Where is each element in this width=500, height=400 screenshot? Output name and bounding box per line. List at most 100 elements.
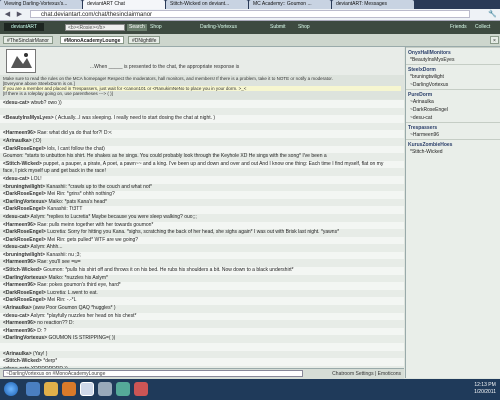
- chat-nick[interactable]: <DarkRoseEngel>: [3, 191, 46, 197]
- back-icon[interactable]: ◀: [3, 10, 12, 19]
- chat-text: (Yay! ): [31, 350, 48, 357]
- member-item[interactable]: ~DarkRoseEngel: [406, 106, 500, 114]
- chat-nick[interactable]: <Arinaulka>: [3, 138, 32, 144]
- clock[interactable]: 12:13 PM 1/20/2011: [474, 382, 496, 396]
- chrome-icon[interactable]: [80, 382, 94, 396]
- banner-avatar: [6, 49, 36, 73]
- chat-nick[interactable]: <desu-cat>: [3, 176, 29, 182]
- chat-nick[interactable]: <Harmeen96>: [3, 130, 36, 136]
- member-item[interactable]: ~DarlingVortexus: [406, 81, 500, 89]
- chat-log[interactable]: <desu-cat> wbwb? owo )) <BeautyInsMysLyes…: [0, 100, 404, 368]
- taskbar: 12:13 PM 1/20/2011: [0, 379, 500, 400]
- close-room-icon[interactable]: ×: [490, 36, 499, 44]
- chat-input[interactable]: ~DarlingVortexus on #MonoAcademyLounge: [3, 370, 303, 377]
- chat-nick[interactable]: <bruningtwilight>: [3, 184, 45, 190]
- chat-nick[interactable]: <Harmeen96>: [3, 320, 36, 326]
- chat-nick[interactable]: <Stitch-Wicked>: [3, 267, 42, 273]
- chat-nick[interactable]: <Stitch-Wicked>: [3, 161, 42, 167]
- chat-nick[interactable]: <Harmeen96>: [3, 282, 36, 288]
- da-header: deviantART <b><Rosie></b> Search Shop Da…: [0, 21, 500, 34]
- chat-text: (:D): [31, 137, 42, 144]
- member-item[interactable]: ~desu-cat: [406, 114, 500, 122]
- chat-text: Aslym: Ahhh...: [29, 244, 63, 251]
- chat-text: (aww Poor Goumon QAQ *huggles* ): [31, 305, 116, 312]
- chat-line: <bruningtwilight> Kanashii: *crawls up t…: [0, 183, 404, 192]
- member-item[interactable]: *Stitch-Wicked: [406, 148, 500, 156]
- url-field[interactable]: chat.deviantart.com/chat/thesinclairmano…: [30, 10, 470, 18]
- chatroom-settings-link[interactable]: Chatroom Settings | Emoticons: [332, 370, 401, 378]
- folder-icon[interactable]: [44, 382, 58, 396]
- program-icon[interactable]: [134, 382, 148, 396]
- start-button-icon[interactable]: [4, 382, 18, 396]
- chat-nick[interactable]: <DarlingVortexus>: [3, 335, 47, 341]
- chat-nick[interactable]: <desu-cat>: [3, 313, 29, 319]
- browser-tab[interactable]: deviantART: Messages: [332, 0, 414, 9]
- search-button[interactable]: Search: [127, 24, 147, 31]
- wrench-icon[interactable]: 🔧: [488, 10, 497, 18]
- member-item[interactable]: ~Arinaulka: [406, 98, 500, 106]
- chat-text: Kanashii: Tt3TT: [45, 206, 83, 213]
- deviantart-logo[interactable]: deviantART: [4, 23, 44, 31]
- header-link-friends[interactable]: Friends: [450, 24, 467, 31]
- chat-text: *derp*: [41, 358, 58, 365]
- chat-nick[interactable]: <DarkRoseEngel>: [3, 146, 46, 152]
- chat-line: <BeautyInsMysLyes> ( Actually...I was sl…: [0, 115, 404, 123]
- program-icon[interactable]: [116, 382, 130, 396]
- room-tab-dnightlife[interactable]: #DNightlife: [128, 36, 161, 44]
- chat-line: <desu-cat> Aslym: *playfully nuzzles her…: [0, 313, 404, 321]
- room-tab-sinclair[interactable]: #TheSinclairManor: [3, 36, 53, 44]
- chat-nick[interactable]: <Harmeen96>: [3, 328, 36, 334]
- browser-tab-active[interactable]: deviantART Chat: [83, 0, 165, 9]
- media-icon[interactable]: [62, 382, 76, 396]
- member-item[interactable]: ~Harmeen96: [406, 131, 500, 139]
- clock-date: 1/20/2011: [474, 389, 496, 395]
- header-link-shop[interactable]: Shop: [150, 24, 162, 31]
- chat-nick[interactable]: <desu-cat>: [3, 100, 29, 106]
- chat-nick[interactable]: <BeautyInsMysLyes>: [3, 115, 54, 121]
- chat-line: Goumon: *starts to unbutton his shirt. H…: [0, 153, 404, 161]
- chat-nick[interactable]: <desu-cat>: [3, 244, 29, 250]
- chat-nick[interactable]: <Stitch-Wicked>: [3, 358, 42, 364]
- browser-tab[interactable]: MC Academy:: Goumon ...: [249, 0, 331, 9]
- chat-line: <Harmeen96> Rae: you'll see =w=: [0, 259, 404, 268]
- room-notice: Make sure to read the rules on the MCA h…: [0, 75, 404, 99]
- chat-nick[interactable]: <Harmeen96>: [3, 259, 36, 265]
- chat-nick[interactable]: <Arinaulka>: [3, 305, 32, 311]
- chat-line: [0, 122, 404, 131]
- chat-text: Maiko: *pats Kana's head*: [47, 198, 107, 205]
- chat-nick[interactable]: <DarlingVortexus>: [3, 275, 47, 281]
- room-tab-monoacademy[interactable]: #MonoAcademyLounge: [60, 36, 125, 44]
- chat-line: <DarkRoseEngel> Mei Rin: gets pulled* WT…: [0, 237, 404, 245]
- chat-nick[interactable]: <Arinaulka>: [3, 351, 32, 357]
- member-group-title: PureDorm: [406, 89, 500, 98]
- ie-icon[interactable]: [26, 382, 40, 396]
- header-username[interactable]: Darling-Vortexus: [200, 24, 237, 31]
- header-link-submit[interactable]: Submit: [270, 24, 286, 31]
- member-item[interactable]: *BeautyInsMysEyes: [406, 56, 500, 64]
- search-input[interactable]: <b><Rosie></b>: [65, 24, 125, 31]
- chat-nick[interactable]: <DarlingVortexus>: [3, 199, 47, 205]
- chat-text: Lucretia: Sorry for hitting you Kana. *s…: [45, 229, 340, 236]
- browser-tab-strip: Viewing Darling-Vortexus's... deviantART…: [0, 0, 500, 9]
- chat-nick[interactable]: <DarkRoseEngel>: [3, 297, 46, 303]
- chat-nick[interactable]: <DarkRoseEngel>: [3, 290, 46, 296]
- chatroom-tabs: #TheSinclairManor #MonoAcademyLounge #DN…: [0, 34, 500, 47]
- header-link-shop-2[interactable]: Shop: [298, 24, 310, 31]
- chat-nick[interactable]: <DarkRoseEngel>: [3, 206, 46, 212]
- chat-nick[interactable]: <Harmeen96>: [3, 222, 36, 228]
- chat-nick[interactable]: <DarkRoseEngel>: [3, 229, 46, 235]
- chat-text: D: ?: [35, 327, 47, 334]
- chat-line: [0, 343, 404, 351]
- chat-line: <DarkRoseEngel> Lucretia: L.went to eat.: [0, 289, 404, 298]
- chat-text: Rae: what did ya do that for?! D:<: [35, 130, 112, 137]
- member-item[interactable]: *bruningtwilight: [406, 73, 500, 81]
- program-icon[interactable]: [98, 382, 112, 396]
- header-link-collect[interactable]: Collect: [475, 24, 490, 31]
- chat-nick[interactable]: <DarkRoseEngel>: [3, 237, 46, 243]
- room-banner: ...When _____ is presented to the chat, …: [0, 47, 404, 75]
- browser-tab[interactable]: Stitch-Wicked on deviant...: [166, 0, 248, 9]
- chat-nick[interactable]: <desu-cat>: [3, 214, 29, 220]
- chat-nick[interactable]: <bruningtwilight>: [3, 252, 45, 258]
- browser-tab[interactable]: Viewing Darling-Vortexus's...: [0, 0, 82, 9]
- forward-icon[interactable]: ▶: [15, 10, 24, 19]
